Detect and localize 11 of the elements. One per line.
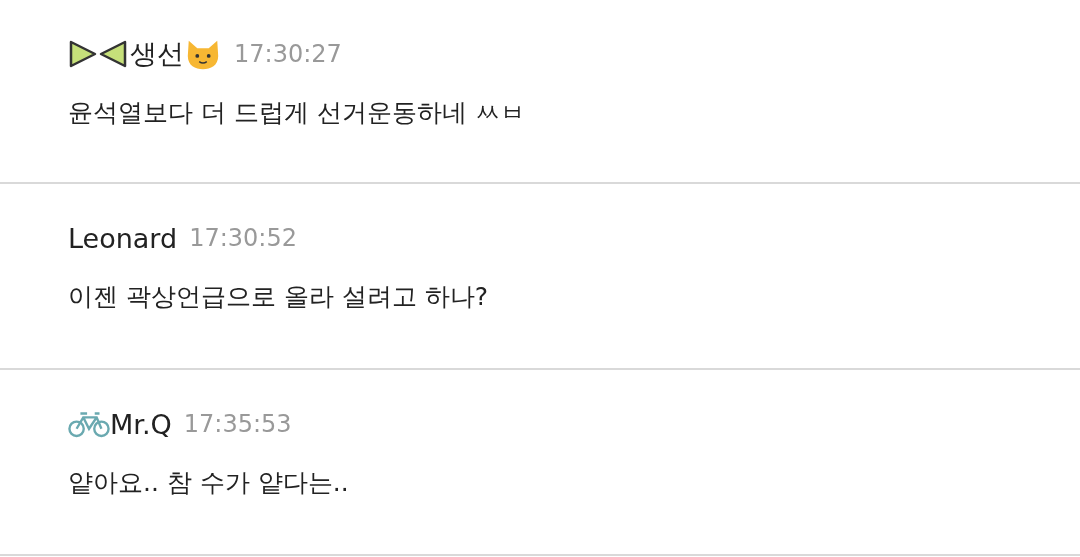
comment-text: 이젠 곽상언급으로 올라 설려고 하나? (68, 281, 490, 313)
author-name: Mr.Q (110, 408, 172, 440)
comment-text: 얕아요.. 참 수가 얕다는.. (68, 467, 350, 499)
comment-time: 17:30:27 (234, 40, 342, 68)
bicycle-icon (68, 409, 110, 439)
comment-text: 윤석열보다 더 드럽게 선거운동하네 ㅆㅂ (68, 97, 526, 129)
author-name: Leonard (68, 222, 178, 254)
comment-time: 17:35:53 (183, 410, 292, 438)
author-name: 생선 (130, 37, 184, 71)
bow-icon (68, 39, 128, 69)
comment-time: 17:30:52 (189, 224, 297, 252)
